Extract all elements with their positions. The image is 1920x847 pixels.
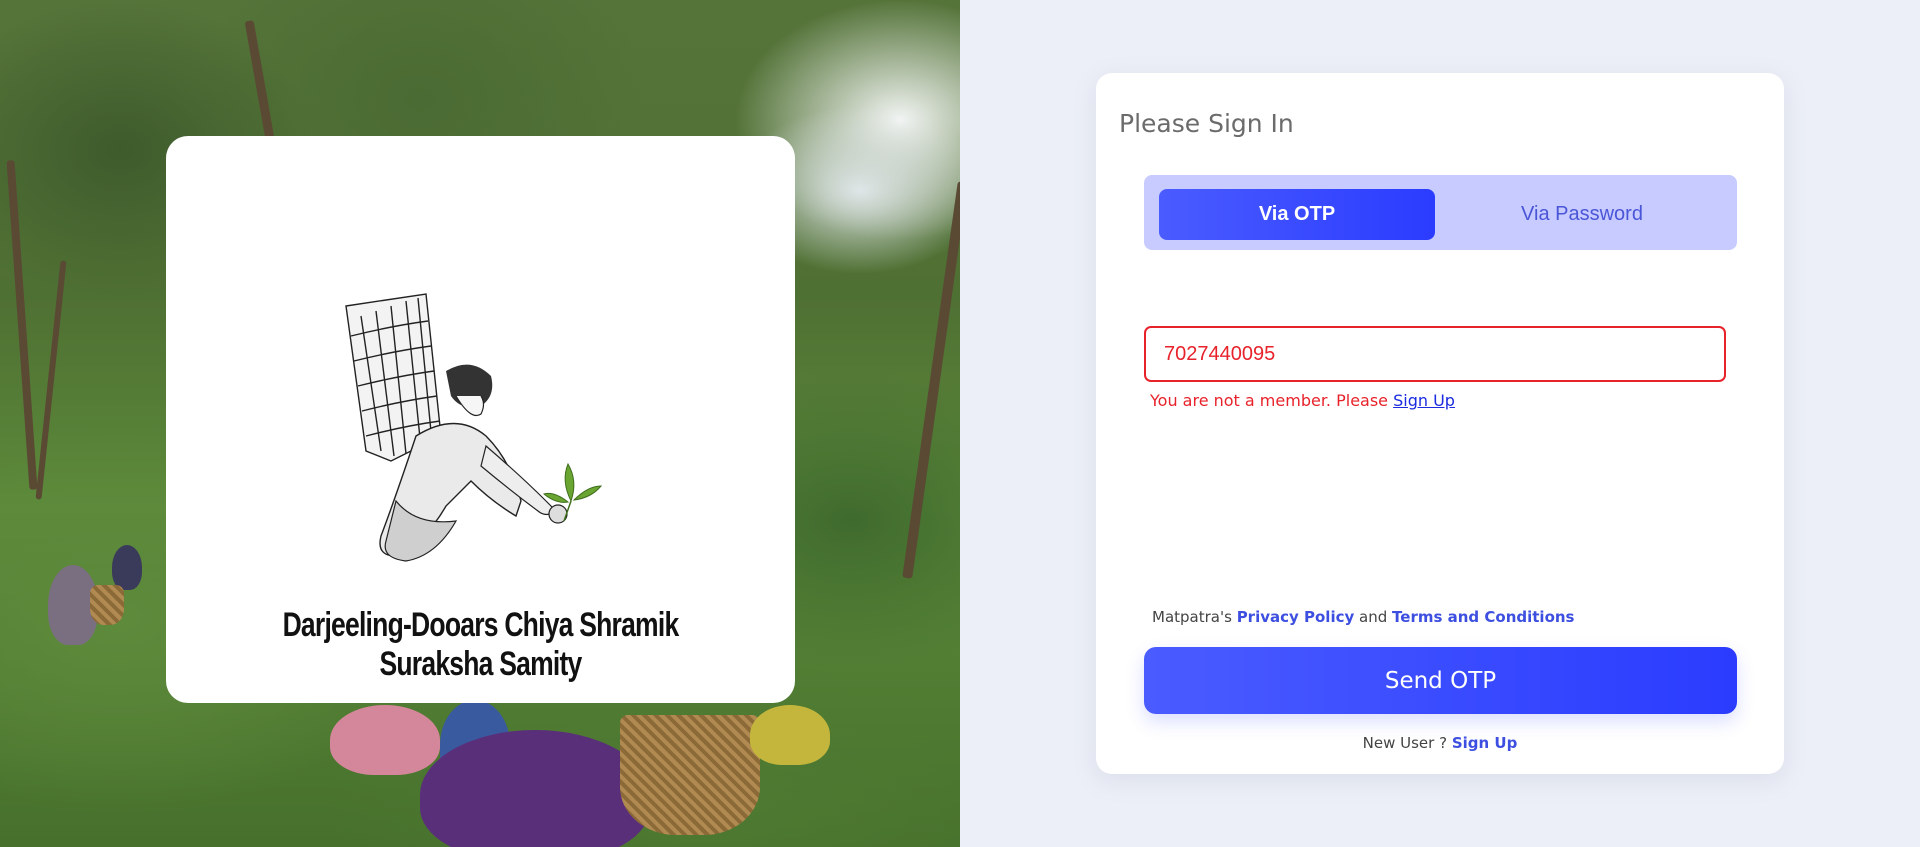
new-user-prompt: New User ? Sign Up — [1096, 734, 1784, 752]
signup-link[interactable]: Sign Up — [1452, 734, 1518, 752]
error-signup-link[interactable]: Sign Up — [1393, 391, 1455, 410]
terms-link[interactable]: Terms and Conditions — [1392, 608, 1574, 626]
signin-card: Please Sign In Via OTP Via Password You … — [1096, 73, 1784, 774]
policy-and: and — [1354, 608, 1393, 626]
error-text: You are not a member. Please — [1150, 391, 1394, 410]
policy-prefix: Matpatra's — [1152, 608, 1237, 626]
phone-number-input[interactable] — [1144, 326, 1726, 382]
signin-method-tabs: Via OTP Via Password — [1144, 175, 1737, 250]
policy-notice: Matpatra's Privacy Policy and Terms and … — [1152, 608, 1574, 626]
error-message: You are not a member. Please Sign Up — [1150, 391, 1455, 410]
new-user-text: New User ? — [1362, 734, 1452, 752]
background-photo: Darjeeling-Dooars Chiya Shramik Suraksha… — [0, 0, 960, 847]
privacy-policy-link[interactable]: Privacy Policy — [1237, 608, 1355, 626]
signin-title: Please Sign In — [1119, 109, 1294, 138]
tab-via-otp[interactable]: Via OTP — [1159, 189, 1435, 240]
send-otp-button[interactable]: Send OTP — [1144, 647, 1737, 714]
logo-card: Darjeeling-Dooars Chiya Shramik Suraksha… — [166, 136, 795, 703]
tea-picker-logo-icon — [345, 293, 603, 562]
tab-via-password[interactable]: Via Password — [1444, 189, 1720, 240]
organization-name: Darjeeling-Dooars Chiya Shramik Suraksha… — [282, 606, 680, 683]
